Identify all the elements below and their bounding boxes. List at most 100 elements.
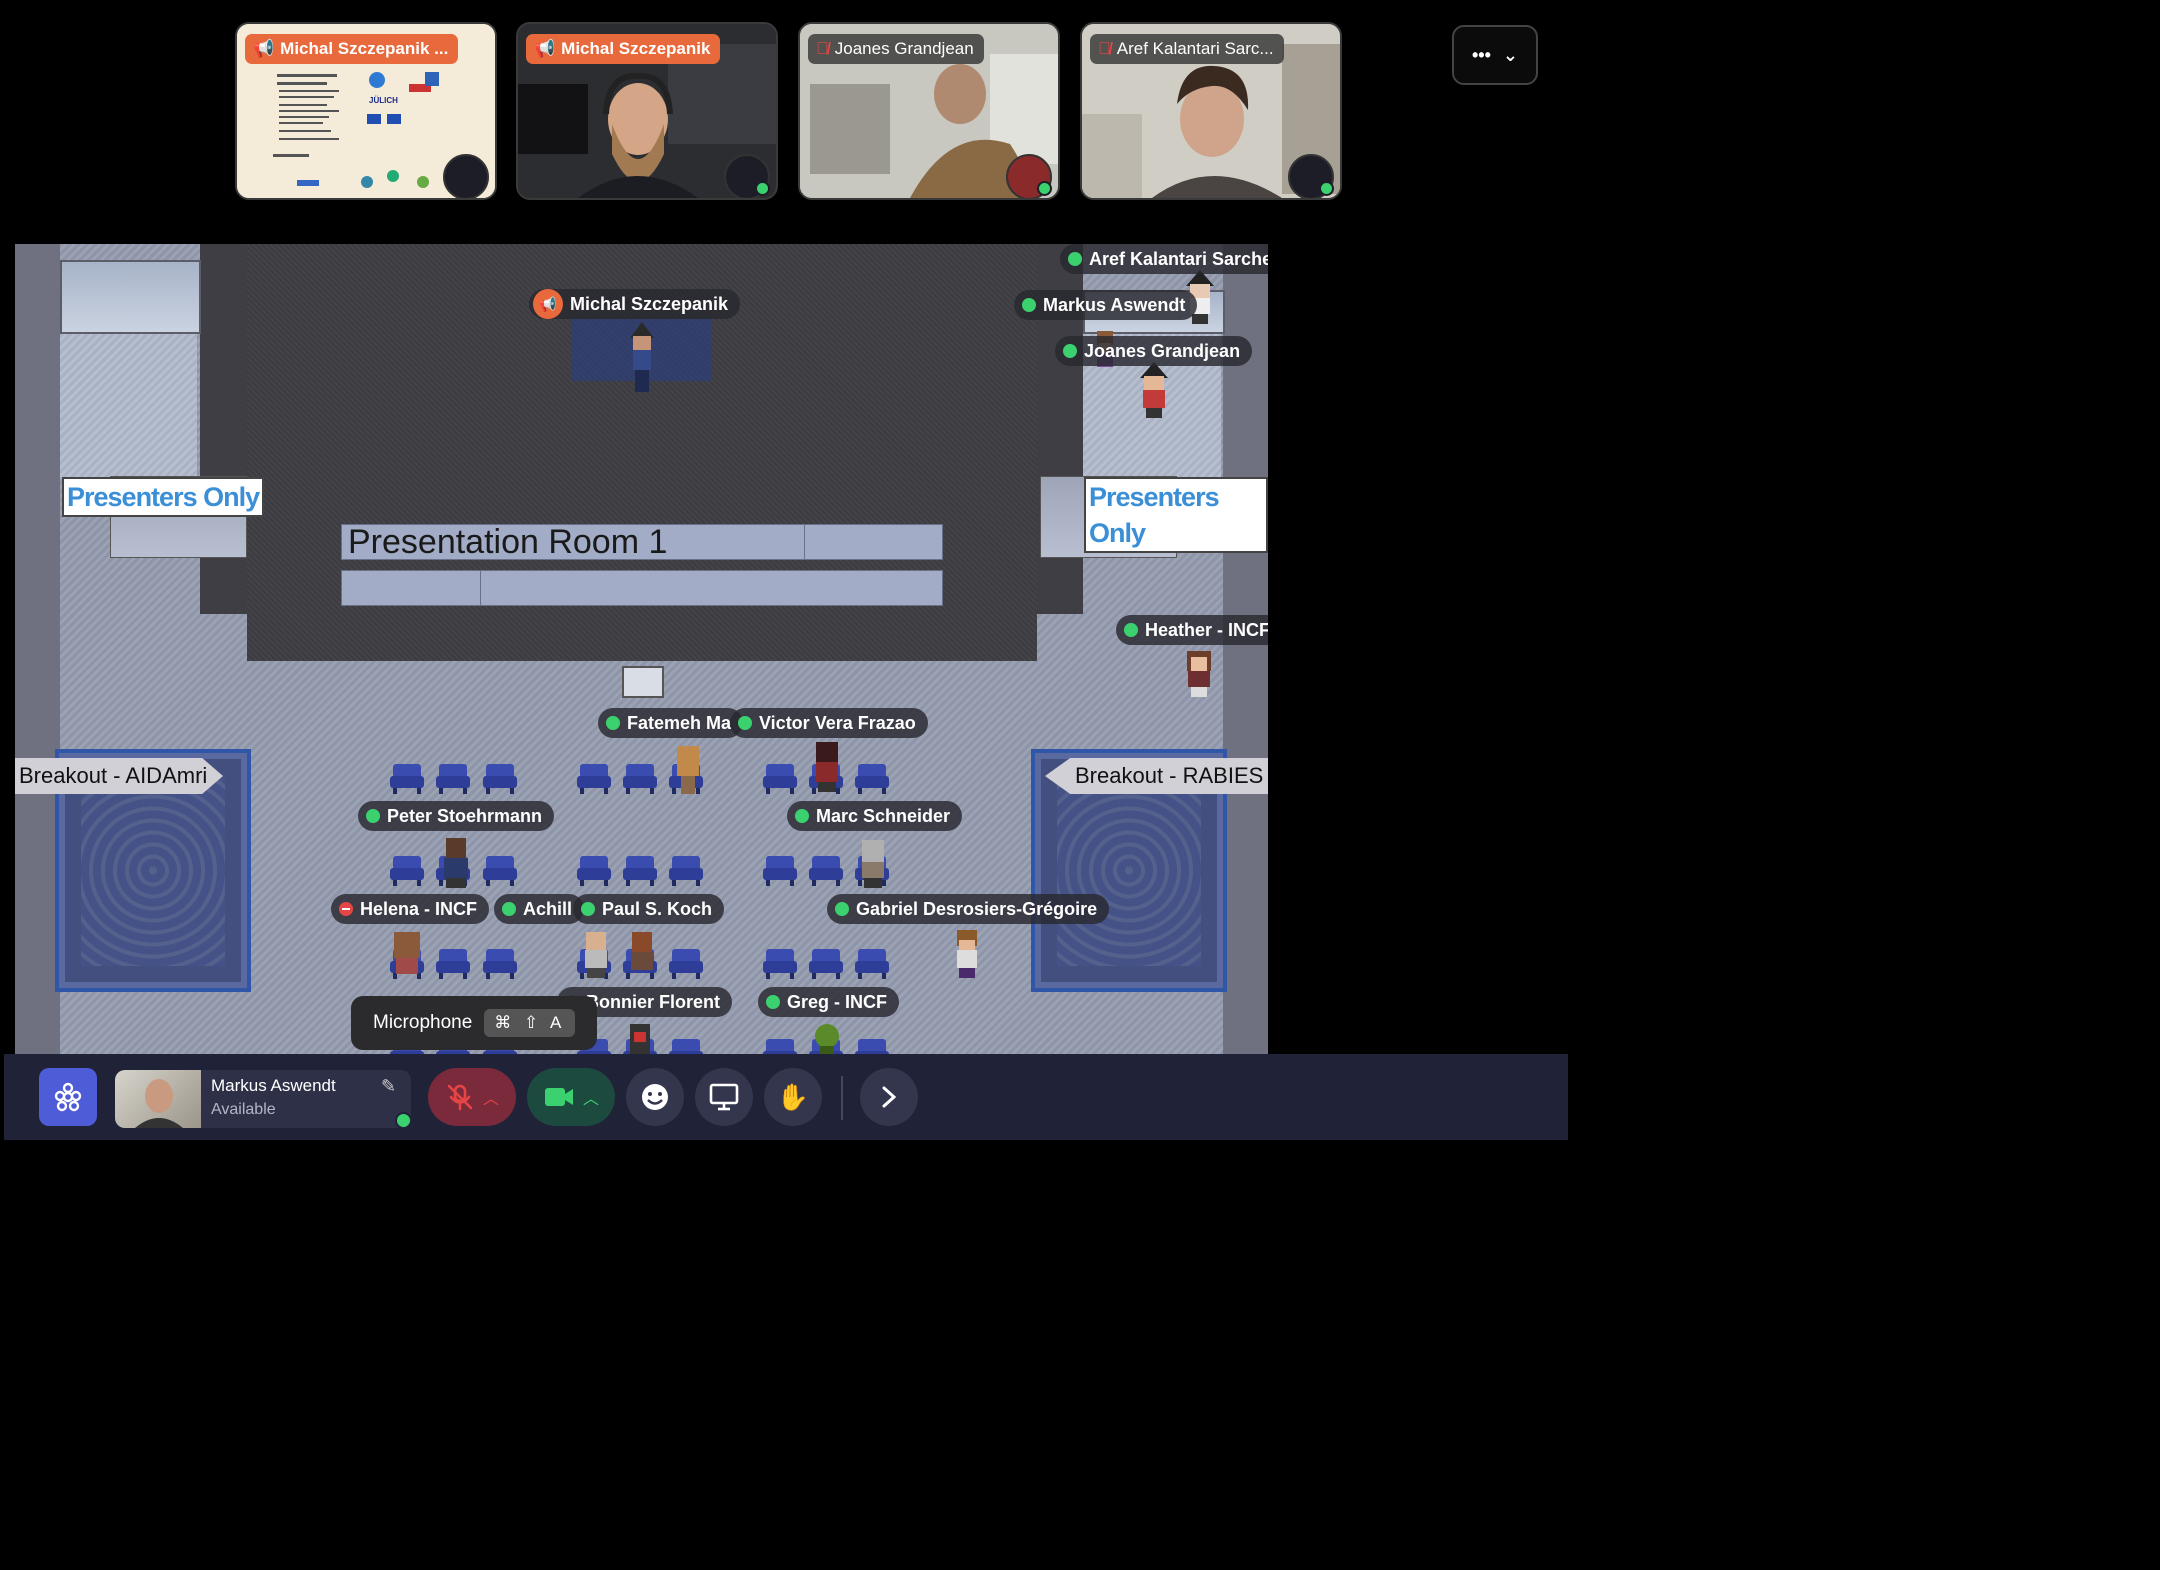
edit-pencil-icon[interactable]: ✎ — [381, 1076, 396, 1097]
map-label-gabriel[interactable]: Gabriel Desrosiers-Grégoire — [827, 894, 1110, 924]
microphone-toggle-button[interactable]: ︿ — [428, 1068, 516, 1126]
map-label-text: Achill — [523, 898, 573, 919]
map-label-heather[interactable]: Heather - INCF — [1116, 615, 1268, 645]
participant-nameplate: 📢 Michal Szczepanik — [526, 34, 721, 64]
map-label-joanes[interactable]: Joanes Grandjean — [1055, 336, 1253, 366]
participant-tile-video[interactable]: 📢 Michal Szczepanik — [516, 22, 778, 200]
map-label-achill[interactable]: Achill — [494, 894, 585, 924]
status-dot-available — [835, 902, 849, 916]
chair[interactable] — [436, 764, 470, 794]
breakout-label: Breakout - AIDAmri — [19, 763, 208, 788]
video-camera-icon — [544, 1088, 573, 1106]
avatar-fatemeh[interactable] — [671, 746, 701, 794]
room-title-board: Presentation Room 1 — [341, 524, 943, 560]
map-label-text: Fatemeh Ma — [627, 712, 732, 733]
chair[interactable] — [577, 856, 611, 886]
avatar-achill[interactable] — [581, 932, 611, 980]
map-label-greg[interactable]: Greg - INCF — [758, 987, 900, 1017]
map-label-fatemeh[interactable]: Fatemeh Ma — [598, 708, 744, 738]
chair[interactable] — [669, 856, 703, 886]
map-label-text: Paul S. Koch — [602, 898, 713, 919]
more-options-button[interactable]: ••• ⌄ — [1452, 25, 1538, 85]
chair[interactable] — [855, 949, 889, 979]
chair[interactable] — [763, 764, 797, 794]
avatar-bonnier[interactable] — [625, 1024, 655, 1056]
expand-toolbar-button[interactable] — [860, 1068, 918, 1126]
chevron-up-icon[interactable]: ︿ — [483, 1085, 499, 1109]
map-label-peter[interactable]: Peter Stoehrmann — [358, 801, 555, 831]
map-label-aref[interactable]: Aref Kalantari Sarcheshmeh — [1060, 244, 1268, 274]
self-video-thumbnail — [115, 1070, 201, 1128]
mic-muted-icon — [447, 1084, 473, 1111]
room-title: Presentation Room 1 — [348, 523, 668, 561]
map-label-markus[interactable]: Markus Aswendt — [1014, 290, 1198, 320]
mic-muted-icon: 🎙̸ — [1098, 39, 1111, 58]
status-dot — [755, 181, 770, 196]
avatar-heather[interactable] — [1183, 649, 1213, 697]
breakout-label: Breakout - RABIES — [1075, 763, 1264, 788]
emoji-button[interactable] — [626, 1068, 684, 1126]
chair[interactable] — [390, 764, 424, 794]
status-dot — [1319, 181, 1334, 196]
chair[interactable] — [623, 856, 657, 886]
map-label-victor[interactable]: Victor Vera Frazao — [730, 708, 928, 738]
status-dot-available — [766, 995, 780, 1009]
avatar-helena[interactable] — [390, 932, 420, 980]
screen-share-button[interactable] — [695, 1068, 753, 1126]
map-label-text: Greg - INCF — [787, 991, 888, 1012]
map-label-text: Aref Kalantari Sarcheshmeh — [1089, 248, 1268, 269]
self-profile[interactable]: Markus Aswendt Available ✎ — [115, 1070, 411, 1128]
avatar-victor[interactable] — [812, 742, 842, 792]
status-dot-busy — [339, 902, 353, 916]
map-label-michal[interactable]: 📢 Michal Szczepanik — [529, 289, 741, 319]
map-label-text: Victor Vera Frazao — [759, 712, 916, 733]
avatar-peter[interactable] — [440, 838, 470, 888]
chair[interactable] — [577, 764, 611, 794]
chair[interactable] — [483, 949, 517, 979]
avatar-gabriel[interactable] — [951, 930, 981, 978]
chair[interactable] — [809, 856, 843, 886]
chair[interactable] — [855, 764, 889, 794]
map-label-helena[interactable]: Helena - INCF — [331, 894, 490, 924]
camera-toggle-button[interactable]: ︿ — [527, 1068, 615, 1126]
chair[interactable] — [390, 856, 424, 886]
participant-nameplate: 🎙̸ Aref Kalantari Sarc... — [1090, 34, 1284, 64]
participant-tile-video[interactable]: 🎙̸ Aref Kalantari Sarc... — [1080, 22, 1342, 200]
self-status: Available — [211, 1101, 276, 1118]
avatar-marc[interactable] — [858, 840, 888, 888]
chair[interactable] — [436, 949, 470, 979]
stage-wall-left — [200, 244, 248, 614]
participant-avatar — [1288, 154, 1334, 198]
chair[interactable] — [763, 949, 797, 979]
map-label-marc[interactable]: Marc Schneider — [787, 801, 963, 831]
monitor-icon — [709, 1083, 739, 1111]
participant-nameplate: 📢 Michal Szczepanik ... — [245, 34, 459, 64]
status-dot-available — [502, 902, 516, 916]
game-map[interactable]: Presentation Room 1 Presenters Only Pres… — [15, 244, 1268, 1056]
lectern[interactable] — [622, 666, 664, 698]
avatar-michal[interactable] — [627, 322, 657, 392]
avatar-greg[interactable] — [812, 1024, 842, 1056]
mic-muted-icon: 🎙̸ — [816, 39, 829, 58]
avatar-joanes[interactable] — [1137, 362, 1168, 418]
map-label-text: Helena - INCF — [360, 898, 478, 919]
participant-name: Aref Kalantari Sarc... — [1116, 39, 1274, 58]
megaphone-icon: 📢 — [253, 39, 275, 58]
participant-name: Michal Szczepanik — [561, 39, 711, 58]
raise-hand-button[interactable]: ✋ — [764, 1068, 822, 1126]
chair[interactable] — [809, 949, 843, 979]
chevron-down-icon: ⌄ — [1502, 44, 1518, 65]
participant-tile-video[interactable]: 🎙̸ Joanes Grandjean — [798, 22, 1060, 200]
status-dot-available — [1068, 252, 1082, 266]
chair[interactable] — [763, 856, 797, 886]
map-label-paul[interactable]: Paul S. Koch — [573, 894, 725, 924]
gather-menu-button[interactable] — [39, 1068, 97, 1126]
status-dot-available — [395, 1112, 411, 1128]
chair[interactable] — [483, 856, 517, 886]
avatar-paul[interactable] — [627, 932, 657, 980]
chevron-up-icon[interactable]: ︿ — [583, 1085, 599, 1109]
participant-tile-screenshare[interactable]: JÜLICH 📢 Michal Szczepanik ... — [235, 22, 497, 200]
chair[interactable] — [623, 764, 657, 794]
chair[interactable] — [483, 764, 517, 794]
chair[interactable] — [669, 949, 703, 979]
